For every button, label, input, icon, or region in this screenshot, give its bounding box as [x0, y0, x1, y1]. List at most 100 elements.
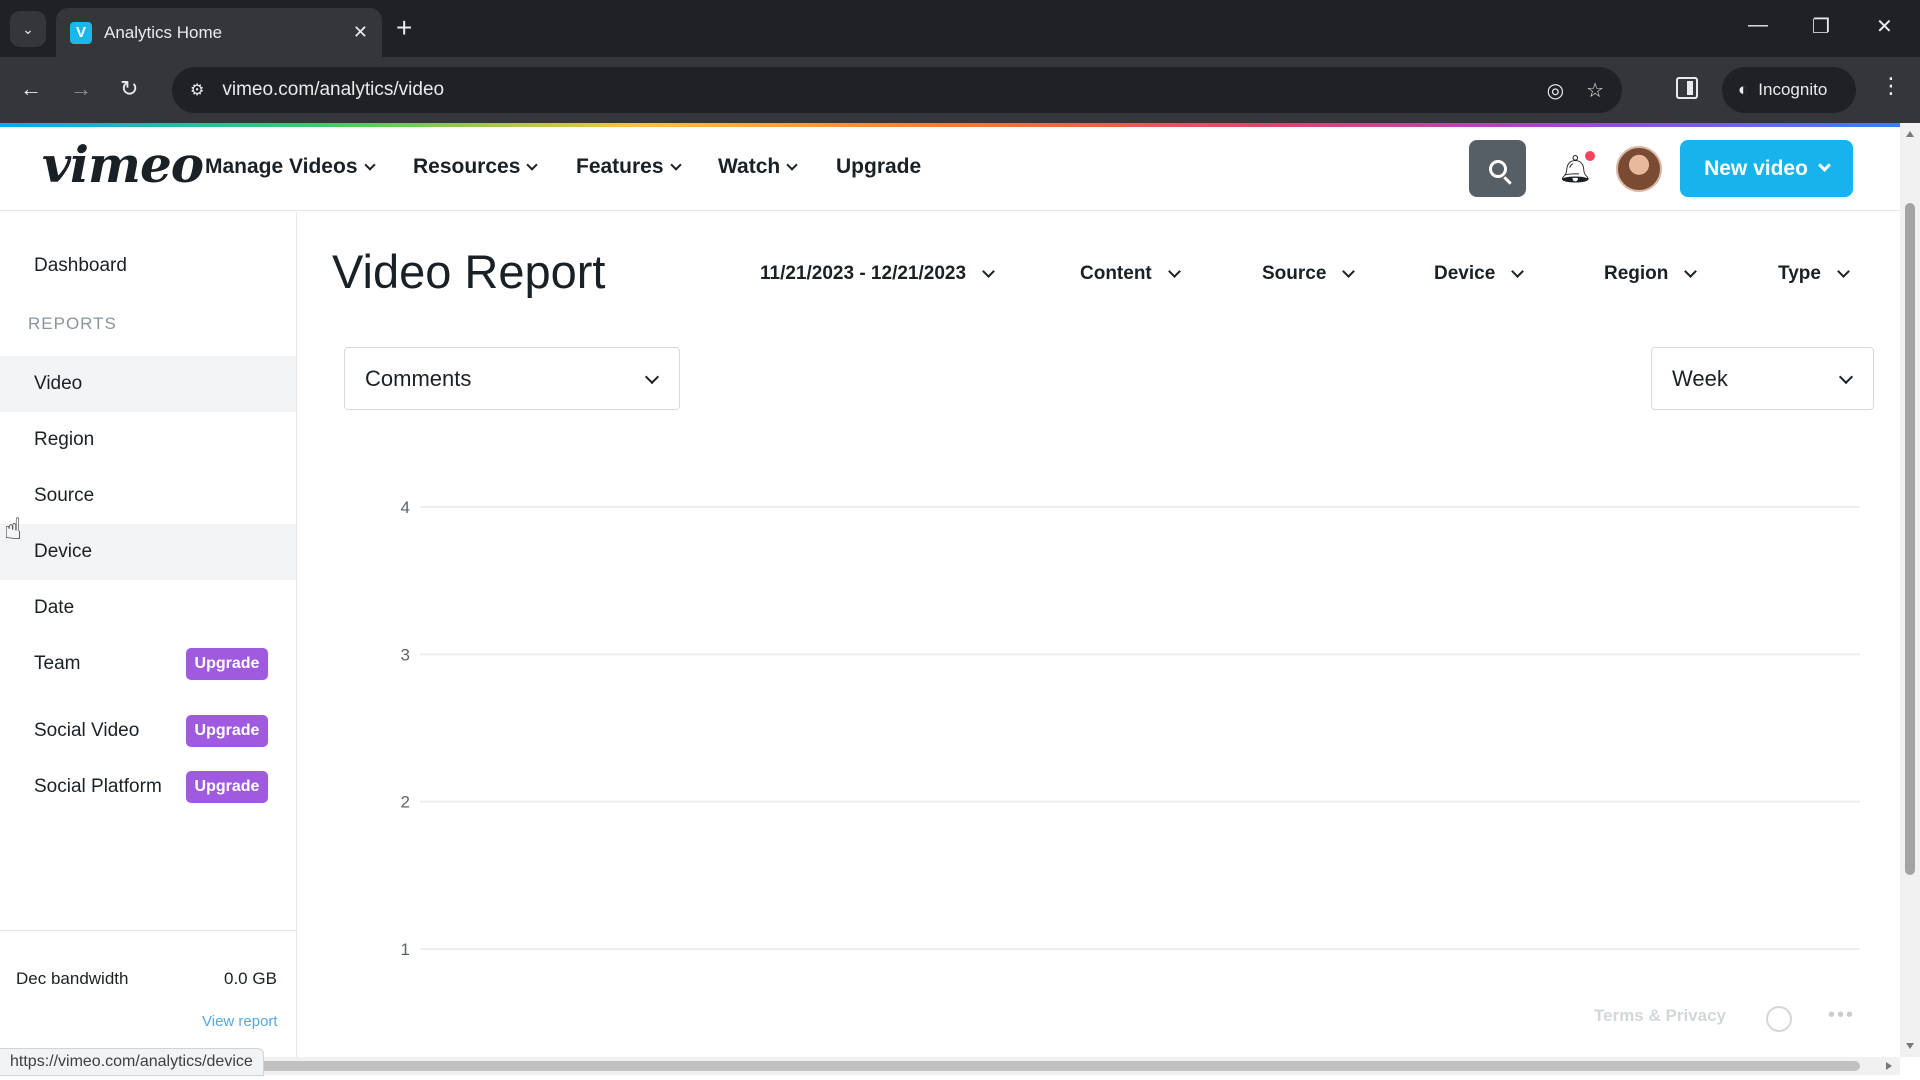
scroll-up-icon[interactable] [1906, 131, 1914, 137]
eye-off-icon[interactable]: ◎ [1547, 78, 1564, 103]
chevron-down-icon [1838, 369, 1854, 385]
sidebar-item-social-video[interactable]: Social Video Upgrade [0, 703, 296, 759]
device-filter[interactable]: Device [1434, 263, 1525, 285]
forward-icon[interactable]: → [70, 75, 92, 103]
sidebar-item-label: Device [34, 541, 93, 562]
tab-search-icon[interactable]: ⌄ [10, 11, 46, 47]
status-url-tooltip: https://vimeo.com/analytics/device [0, 1048, 264, 1076]
compass-icon[interactable] [1766, 1006, 1792, 1032]
more-icon[interactable]: ••• [1828, 1004, 1855, 1027]
date-range-label: 11/21/2023 - 12/21/2023 [760, 263, 967, 284]
nav-manage-videos[interactable]: Manage Videos [205, 155, 376, 179]
incognito-indicator[interactable]: ◐ Incognito [1722, 67, 1856, 113]
region-filter[interactable]: Region [1604, 263, 1698, 285]
new-video-button[interactable]: New video [1680, 140, 1853, 197]
comments-chart: 4 3 2 1 [380, 470, 1860, 990]
scrollbar-thumb[interactable] [0, 1061, 1860, 1071]
vimeo-logo[interactable]: vimeo [42, 135, 204, 194]
view-report-link[interactable]: View report [202, 1013, 278, 1030]
nav-features[interactable]: Features [576, 155, 682, 179]
nav-watch[interactable]: Watch [718, 155, 798, 179]
content-filter-label: Content [1080, 263, 1152, 284]
browser-tab[interactable]: V Analytics Home ✕ [56, 8, 382, 57]
sidebar-item-device[interactable]: Device [0, 524, 296, 580]
chart-svg: 4 3 2 1 [401, 498, 1860, 959]
content-filter[interactable]: Content [1080, 263, 1181, 285]
browser-tab-bar: ⌄ V Analytics Home ✕ + — ❐ ✕ [0, 0, 1920, 57]
chevron-down-icon [982, 264, 995, 278]
sidebar-item-label: Source [34, 485, 95, 506]
chevron-down-icon [1837, 264, 1850, 278]
chevron-down-icon [786, 158, 798, 171]
type-filter[interactable]: Type [1778, 263, 1850, 285]
nav-label: Resources [413, 155, 521, 178]
type-filter-label: Type [1778, 263, 1821, 284]
window-close-icon[interactable]: ✕ [1876, 14, 1893, 39]
bandwidth-label: Dec bandwidth [16, 969, 129, 988]
restore-icon[interactable]: ❐ [1812, 14, 1830, 39]
chevron-down-icon [1511, 264, 1525, 278]
terms-privacy-link[interactable]: Terms & Privacy [1594, 1006, 1726, 1026]
nav-resources[interactable]: Resources [413, 155, 539, 179]
device-filter-label: Device [1434, 263, 1496, 284]
horizontal-scrollbar[interactable] [0, 1057, 1900, 1075]
nav-label: Watch [718, 155, 781, 178]
sidebar-item-region[interactable]: Region [0, 412, 296, 468]
minimize-icon[interactable]: — [1748, 14, 1768, 37]
date-range-filter[interactable]: 11/21/2023 - 12/21/2023 [760, 263, 995, 285]
sidebar-item-label: Social Video [34, 720, 140, 741]
y-tick-label: 2 [401, 793, 410, 812]
sidebar: Dashboard REPORTS Video Region Source De… [0, 212, 297, 1057]
upgrade-badge[interactable]: Upgrade [186, 771, 268, 803]
sidebar-item-dashboard[interactable]: Dashboard [34, 255, 127, 277]
address-url[interactable]: vimeo.com/analytics/video [222, 79, 1524, 101]
new-tab-icon[interactable]: + [396, 12, 412, 44]
tab-close-icon[interactable]: ✕ [353, 22, 368, 43]
avatar[interactable] [1616, 146, 1662, 192]
notifications-bell-icon[interactable]: 🔔︎ [1558, 151, 1596, 185]
sidebar-item-team[interactable]: Team Upgrade [0, 636, 296, 692]
sidebar-item-social-platform[interactable]: Social Platform Upgrade [0, 759, 296, 815]
bandwidth-value: 0.0 GB [224, 969, 277, 988]
chevron-down-icon [1684, 264, 1698, 278]
scroll-down-icon[interactable] [1906, 1043, 1914, 1049]
y-tick-label: 1 [401, 940, 410, 959]
nav-label: Features [576, 155, 664, 178]
metric-select[interactable]: Comments [344, 347, 680, 410]
address-bar[interactable]: ⚙ vimeo.com/analytics/video ◎ ☆ [172, 67, 1622, 113]
upgrade-badge[interactable]: Upgrade [186, 648, 268, 680]
site-header: vimeo Manage Videos Resources Features W… [0, 127, 1900, 211]
site-settings-icon[interactable]: ⚙ [190, 80, 204, 100]
upgrade-badge[interactable]: Upgrade [186, 715, 268, 747]
incognito-label: Incognito [1758, 80, 1828, 99]
y-tick-label: 3 [401, 645, 410, 664]
interval-select[interactable]: Week [1651, 347, 1874, 410]
bookmark-star-icon[interactable]: ☆ [1586, 78, 1604, 103]
vertical-scrollbar[interactable] [1900, 123, 1920, 1057]
side-panel-icon[interactable] [1676, 77, 1698, 99]
sidebar-section-label: REPORTS [28, 314, 117, 333]
source-filter-label: Source [1262, 263, 1327, 284]
source-filter[interactable]: Source [1262, 263, 1356, 285]
search-button[interactable] [1469, 140, 1526, 197]
region-filter-label: Region [1604, 263, 1669, 284]
scroll-right-icon[interactable] [1886, 1062, 1892, 1070]
back-icon[interactable]: ← [20, 75, 42, 103]
sidebar-item-date[interactable]: Date [0, 580, 296, 636]
browser-toolbar: ← → ↻ ⚙ vimeo.com/analytics/video ◎ ☆ ◐ … [0, 57, 1920, 123]
nav-label: Upgrade [836, 155, 922, 178]
chevron-down-icon [1167, 264, 1181, 278]
browser-menu-icon[interactable]: ⋮ [1880, 73, 1902, 99]
nav-upgrade[interactable]: Upgrade [836, 155, 921, 179]
notification-dot [1585, 151, 1596, 161]
sidebar-item-label: Video [34, 373, 83, 394]
chevron-down-icon [363, 158, 376, 171]
incognito-icon: ◐ [1738, 80, 1749, 99]
sidebar-item-source[interactable]: Source [0, 468, 296, 524]
reload-icon[interactable]: ↻ [120, 75, 138, 103]
nav-label: Manage Videos [205, 155, 358, 178]
chevron-down-icon [526, 158, 539, 171]
metric-select-value: Comments [365, 365, 472, 391]
scrollbar-thumb[interactable] [1905, 203, 1915, 875]
sidebar-item-video[interactable]: Video [0, 356, 296, 412]
